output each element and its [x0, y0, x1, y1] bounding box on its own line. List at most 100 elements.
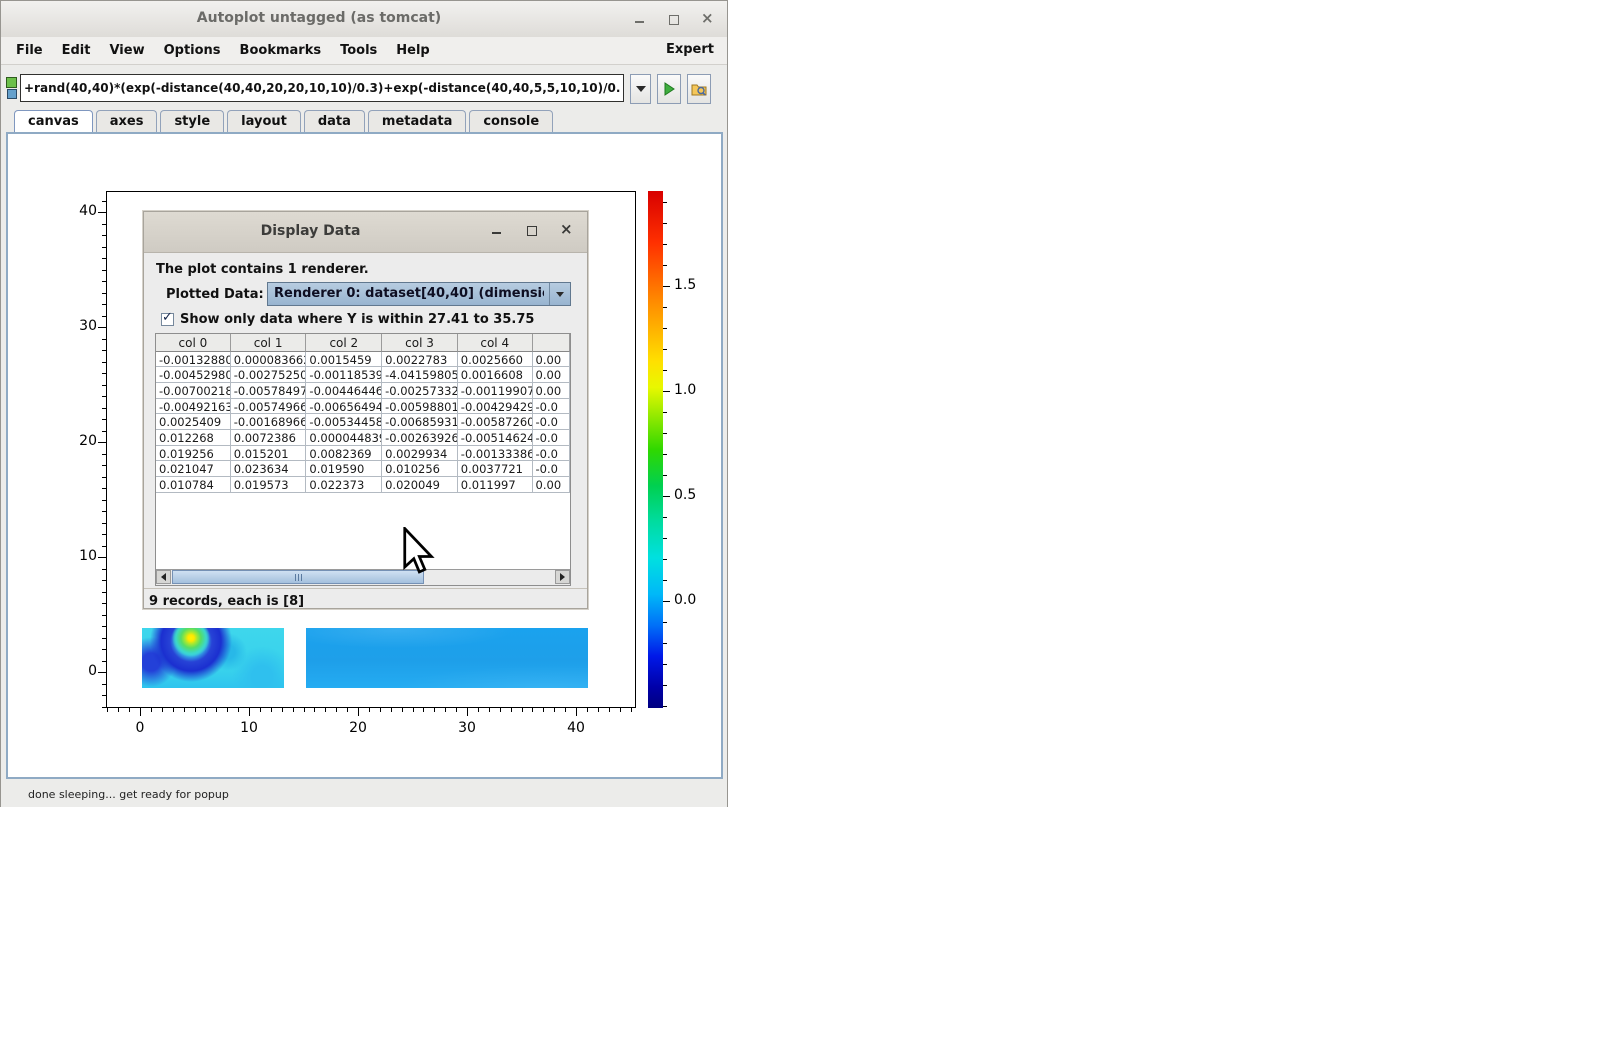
table-cell: 0.012268 [156, 430, 231, 446]
maximize-button[interactable] [667, 12, 681, 26]
tab-style[interactable]: style [160, 110, 224, 132]
table-cell: -0.002573321... [382, 383, 458, 399]
filter-checkbox-label: Show only data where Y is within 27.41 t… [180, 312, 534, 327]
column-header[interactable]: col 1 [231, 334, 307, 352]
table-cell: -0.005344580... [306, 414, 382, 430]
filter-checkbox[interactable]: ✓ [161, 313, 174, 326]
scrollbar-thumb[interactable] [172, 570, 424, 584]
dialog-body: The plot contains 1 renderer. Plotted Da… [144, 252, 587, 610]
tab-layout[interactable]: layout [227, 110, 301, 132]
menu-tools[interactable]: Tools [335, 40, 382, 61]
horizontal-scrollbar[interactable] [156, 569, 570, 585]
table-row[interactable]: -0.007002187...-0.005784977...-0.0044644… [156, 383, 570, 399]
folder-search-icon [691, 82, 707, 96]
table-cell: -0.005146240... [458, 430, 533, 446]
uri-dropdown-button[interactable] [630, 74, 651, 104]
table-cell: 0.00 [533, 352, 570, 368]
table-cell: 0.0037721 [458, 461, 533, 477]
tab-axes[interactable]: axes [96, 110, 158, 132]
desktop: Autoplot untagged (as tomcat) × File Edit… [0, 0, 1600, 1050]
table-cell: 0.015201 [231, 446, 307, 462]
menu-options[interactable]: Options [159, 40, 226, 61]
close-button[interactable]: × [701, 12, 715, 26]
table-cell: 0.0029934 [382, 446, 458, 462]
table-row[interactable]: 0.0025409-0.001689662...-0.005344580...-… [156, 414, 570, 430]
table-cell: -0.005988016... [382, 399, 458, 415]
table-row[interactable]: 0.0210470.0236340.0195900.0102560.003772… [156, 461, 570, 477]
datasource-blue-icon [7, 89, 17, 99]
table-row[interactable]: 0.0107840.0195730.0223730.0200490.011997… [156, 477, 570, 493]
dialog-titlebar[interactable]: Display Data × [144, 212, 587, 253]
window-titlebar[interactable]: Autoplot untagged (as tomcat) × [1, 1, 727, 38]
menu-expert[interactable]: Expert [666, 42, 714, 57]
table-cell: 0.0082369 [306, 446, 382, 462]
table-cell: 0.000044839 [306, 430, 382, 446]
tab-canvas[interactable]: canvas [14, 110, 93, 134]
scroll-right-button[interactable] [555, 570, 570, 584]
dialog-close-button[interactable]: × [560, 223, 574, 237]
table-cell: -0.001689662... [231, 414, 307, 430]
table-cell: 0.00 [533, 477, 570, 493]
window-title: Autoplot untagged (as tomcat) [1, 10, 637, 26]
column-header[interactable] [533, 334, 570, 352]
chevron-down-icon [636, 86, 646, 92]
table-row[interactable]: -0.004529800...-0.002752505...-0.0011853… [156, 367, 570, 383]
dialog-footer: 9 records, each is [8] [144, 588, 587, 611]
menu-bookmarks[interactable]: Bookmarks [235, 40, 327, 61]
dialog-maximize-button[interactable] [525, 223, 539, 237]
table-cell: 0.011997 [458, 477, 533, 493]
table-cell: 0.000083662 [231, 352, 307, 368]
menu-view[interactable]: View [104, 40, 149, 61]
table-cell: -0.006859316... [382, 414, 458, 430]
table-cell: -0.001199077... [458, 383, 533, 399]
table-cell: -0.005872606... [458, 414, 533, 430]
table-row[interactable]: 0.0192560.0152010.00823690.0029934-0.001… [156, 446, 570, 462]
open-file-button[interactable] [687, 74, 711, 104]
table-cell: 0.0025660 [458, 352, 533, 368]
table-cell: -0.0 [533, 461, 570, 477]
dialog-minimize-button[interactable] [490, 223, 504, 237]
data-grid: col 0col 1col 2col 3col 4-0.001328804...… [156, 334, 570, 493]
table-cell: 0.00 [533, 383, 570, 399]
menu-help[interactable]: Help [391, 40, 434, 61]
table-cell: -0.0 [533, 414, 570, 430]
table-row[interactable]: 0.0122680.00723860.000044839-0.002639263… [156, 430, 570, 446]
table-cell: -0.007002187... [156, 383, 231, 399]
left-arrow-icon [161, 573, 166, 581]
column-header[interactable]: col 4 [458, 334, 533, 352]
scroll-left-button[interactable] [156, 570, 171, 584]
statusbar: done sleeping... get ready for popup [1, 780, 727, 807]
plotted-data-combobox[interactable]: Renderer 0: dataset[40,40] (dimension... [267, 282, 571, 306]
tab-data[interactable]: data [304, 110, 365, 132]
table-cell: -4.041598058... [382, 367, 458, 383]
maximize-icon [669, 15, 679, 25]
combobox-value: Renderer 0: dataset[40,40] (dimension... [274, 286, 544, 301]
table-cell: 0.0025409 [156, 414, 231, 430]
table-cell: 0.021047 [156, 461, 231, 477]
table-cell: 0.020049 [382, 477, 458, 493]
check-icon: ✓ [162, 310, 173, 325]
column-header[interactable]: col 2 [306, 334, 382, 352]
menubar: File Edit View Options Bookmarks Tools Help [1, 37, 727, 65]
uri-input[interactable] [20, 74, 624, 102]
table-cell: -0.002639263... [382, 430, 458, 446]
combobox-arrow-button[interactable] [549, 283, 570, 305]
datasource-green-icon [6, 77, 17, 88]
table-cell: 0.023634 [231, 461, 307, 477]
table-row[interactable]: -0.001328804...0.0000836620.00154590.002… [156, 352, 570, 368]
plot-go-button[interactable] [657, 74, 681, 104]
table-cell: -0.004921634... [156, 399, 231, 415]
table-cell: -0.0 [533, 430, 570, 446]
status-text: done sleeping... get ready for popup [28, 788, 229, 801]
menu-edit[interactable]: Edit [57, 40, 96, 61]
minimize-button[interactable] [633, 12, 647, 26]
menu-file[interactable]: File [11, 40, 48, 61]
thumb-grip-icon [295, 574, 303, 581]
column-header[interactable]: col 3 [382, 334, 458, 352]
data-table[interactable]: col 0col 1col 2col 3col 4-0.001328804...… [155, 333, 571, 586]
table-cell: 0.00 [533, 367, 570, 383]
table-row[interactable]: -0.004921634...-0.005749665...-0.0065649… [156, 399, 570, 415]
column-header[interactable]: col 0 [156, 334, 231, 352]
tab-console[interactable]: console [469, 110, 553, 132]
tab-metadata[interactable]: metadata [368, 110, 466, 132]
